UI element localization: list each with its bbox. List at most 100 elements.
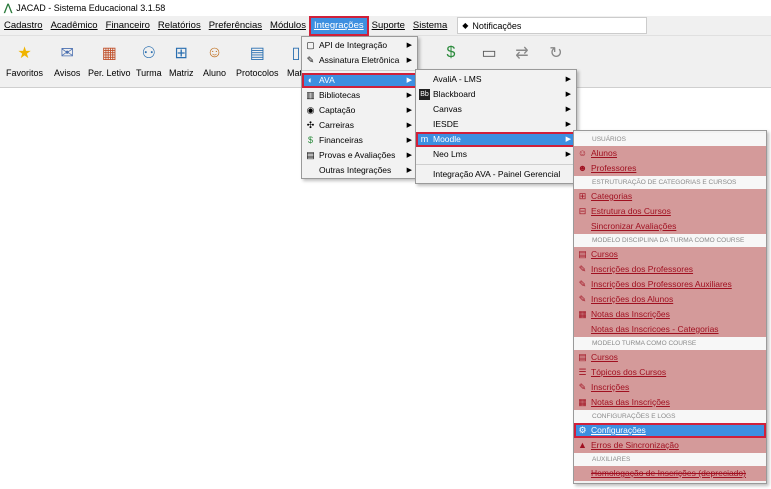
menu-item-label: Homologação de Inscrições (depreciado): [591, 468, 746, 478]
menu-item-inscricoes-alunos[interactable]: ✎ Inscrições dos Alunos: [574, 292, 766, 307]
cash-register-icon: ▭: [481, 45, 497, 62]
mail-icon: ✉: [60, 45, 74, 62]
menu-item-alunos[interactable]: ☺ Alunos: [574, 146, 766, 161]
menu-item-iesde[interactable]: IESDE ▶: [416, 117, 576, 132]
toolbar-per-letivo[interactable]: ▦ Per. Letivo: [88, 42, 131, 78]
menu-item-captacao[interactable]: ◉ Captação ▶: [302, 103, 417, 118]
menu-item-moodle[interactable]: m Moodle ▶: [416, 132, 576, 147]
menu-financeiro[interactable]: Financeiro: [102, 17, 154, 35]
menu-item-outras[interactable]: Outras Integrações ▶: [302, 163, 417, 178]
student-icon: ☺: [206, 44, 223, 61]
menu-item-configuracoes[interactable]: ⚙ Configurações: [574, 423, 766, 438]
structure-icon: ⊟: [578, 206, 587, 216]
menu-item-label: IESDE: [433, 119, 459, 129]
toolbar-refresh[interactable]: ↻: [545, 42, 567, 68]
menu-item-carreiras[interactable]: ✣ Carreiras ▶: [302, 118, 417, 133]
menu-item-cursos-turma[interactable]: ▤ Cursos: [574, 350, 766, 365]
menu-item-label: API de Integração: [319, 40, 388, 50]
menu-item-neolms[interactable]: Neo Lms ▶: [416, 147, 576, 162]
toolbar-label: Favoritos: [6, 68, 44, 78]
menu-item-sincronizar-avaliacoes[interactable]: Sincronizar Avaliações: [574, 219, 766, 234]
toolbar-cashier[interactable]: ▭: [478, 42, 500, 68]
menu-item-topicos-cursos[interactable]: ☰ Tópicos dos Cursos: [574, 365, 766, 380]
toolbar-dollar[interactable]: $: [440, 42, 462, 68]
menu-item-api[interactable]: ▢ API de Integração ▶: [302, 38, 417, 53]
toolbar-favoritos[interactable]: ★ Favoritos: [6, 42, 43, 78]
chevron-right-icon: ▶: [565, 76, 571, 83]
gear-icon: ⚙: [578, 425, 587, 435]
menu-item-erros-sincronizacao[interactable]: ▲ Erros de Sincronização: [574, 438, 766, 453]
library-icon: ▥: [306, 90, 315, 100]
menu-item-label: Inscrições dos Alunos: [591, 294, 674, 304]
menu-item-estrutura-cursos[interactable]: ⊟ Estrutura dos Cursos: [574, 204, 766, 219]
menu-item-label: Cursos: [591, 249, 618, 259]
chevron-right-icon: ▶: [406, 107, 412, 114]
moodle-icon: m: [420, 134, 429, 144]
menu-academico[interactable]: Acadêmico: [47, 17, 102, 35]
protocol-icon: ▤: [249, 45, 265, 62]
menu-item-ava[interactable]: ◐ AVA ▶: [302, 73, 417, 88]
section-header: MODELO DISCIPLINA DA TURMA COMO COURSE: [574, 234, 766, 247]
menu-item-inscricoes-turma[interactable]: ✎ Inscrições: [574, 380, 766, 395]
menu-item-financeiras[interactable]: $ Financeiras ▶: [302, 133, 417, 148]
menu-item-label: Outras Integrações: [319, 165, 392, 175]
menu-sistema[interactable]: Sistema: [409, 17, 451, 35]
menu-cadastro[interactable]: Cadastro: [0, 17, 47, 35]
menu-item-blackboard[interactable]: Bb Blackboard ▶: [416, 87, 576, 102]
menu-item-cursos-disciplina[interactable]: ▤ Cursos: [574, 247, 766, 262]
ava-icon: ◐: [307, 75, 314, 85]
menu-item-label: Captação: [319, 105, 356, 115]
chevron-right-icon: ▶: [565, 121, 571, 128]
menu-preferencias[interactable]: Preferências: [205, 17, 266, 35]
toolbar-turma[interactable]: ⚇ Turma: [136, 42, 162, 78]
menu-item-label: Cursos: [591, 352, 618, 362]
teacher-icon: ☻: [577, 163, 588, 173]
chevron-right-icon: ▶: [406, 77, 412, 84]
menu-item-bibliotecas[interactable]: ▥ Bibliotecas ▶: [302, 88, 417, 103]
menu-item-label: Sincronizar Avaliações: [591, 221, 677, 231]
menu-item-painel-gerencial[interactable]: Integração AVA - Painel Gerencial: [416, 167, 576, 182]
toolbar-aluno[interactable]: ☺ Aluno: [203, 42, 226, 78]
menu-integracoes[interactable]: Integrações: [308, 15, 369, 36]
menu-item-homologacao-inscricoes[interactable]: Homologação de Inscrições (depreciado): [574, 466, 766, 481]
notifications-box[interactable]: ◆ Notificações: [457, 17, 648, 34]
menu-item-label: Moodle: [433, 134, 461, 144]
menu-item-professores[interactable]: ☻ Professores: [574, 161, 766, 176]
org-chart-icon: ⊞: [174, 45, 188, 62]
menu-item-label: Inscrições: [591, 382, 630, 392]
section-header: MODELO TURMA COMO COURSE: [574, 337, 766, 350]
toolbar-matriz[interactable]: ⊞ Matriz: [169, 42, 194, 78]
menu-item-notas-inscricoes[interactable]: ▦ Notas das Inscrições: [574, 307, 766, 322]
chevron-right-icon: ▶: [406, 42, 412, 49]
menu-item-notas-inscricoes-turma[interactable]: ▦ Notas das Inscrições: [574, 395, 766, 410]
menu-item-assinatura[interactable]: ✎ Assinatura Eletrônica ▶: [302, 53, 417, 68]
menu-item-label: Provas e Avaliações: [319, 150, 396, 160]
toolbar-protocolos[interactable]: ▤ Protocolos: [236, 42, 279, 78]
menu-item-canvas[interactable]: Canvas ▶: [416, 102, 576, 117]
toolbar-label: Turma: [136, 68, 162, 78]
menu-item-avalia[interactable]: AvaliA - LMS ▶: [416, 72, 576, 87]
menu-item-label: Inscrições dos Professores: [591, 264, 694, 274]
toolbar-label: Avisos: [54, 68, 81, 78]
toolbar-label: Per. Letivo: [88, 68, 131, 78]
course-icon: ▤: [578, 249, 587, 259]
bell-icon: ◆: [462, 21, 469, 30]
menu-item-notas-categorias[interactable]: Notas das Inscricoes - Categorias: [574, 322, 766, 337]
menu-item-categorias[interactable]: ⊞ Categorias: [574, 189, 766, 204]
menu-suporte[interactable]: Suporte: [368, 17, 409, 35]
list-icon: ☰: [578, 367, 587, 377]
toolbar-label: Protocolos: [236, 68, 279, 78]
menu-relatorios[interactable]: Relatórios: [154, 17, 205, 35]
toolbar-avisos[interactable]: ✉ Avisos: [54, 42, 80, 78]
moodle-submenu: USUÁRIOS ☺ Alunos ☻ Professores ESTRUTURAÇ…: [573, 130, 767, 484]
menu-modulos[interactable]: Módulos: [266, 17, 310, 35]
menu-item-label: Professores: [591, 163, 637, 173]
chevron-right-icon: ▶: [406, 92, 412, 99]
menu-item-label: Tópicos dos Cursos: [591, 367, 667, 377]
menu-item-label: Canvas: [433, 104, 462, 114]
menu-item-provas[interactable]: ▤ Provas e Avaliações ▶: [302, 148, 417, 163]
menu-item-inscricoes-professores[interactable]: ✎ Inscrições dos Professores: [574, 262, 766, 277]
toolbar-transfer[interactable]: ⇄: [511, 42, 533, 68]
menu-item-inscricoes-professores-auxiliares[interactable]: ✎ Inscrições dos Professores Auxiliares: [574, 277, 766, 292]
chevron-right-icon: ▶: [406, 57, 412, 64]
